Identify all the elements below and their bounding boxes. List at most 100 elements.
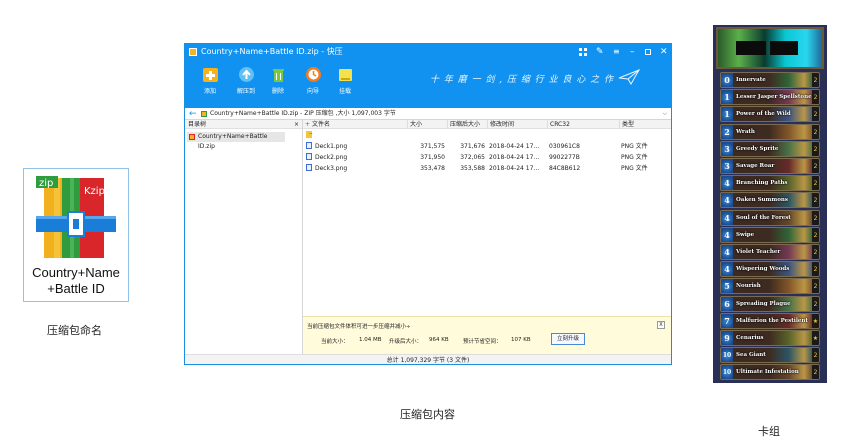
- file-crc: 84C8B612: [549, 165, 581, 172]
- card-name: Lesser Jasper Spellstone: [736, 94, 812, 101]
- card-art: [769, 331, 813, 345]
- save-space-label: 预计节省空间：: [463, 339, 502, 345]
- extract-button[interactable]: 解压到: [231, 66, 261, 95]
- upgrade-tip-panel: 当前压缩包文件体积可进一步压缩并减小÷ X 当前大小： 1.04 MB 升级后大…: [303, 316, 671, 354]
- add-button[interactable]: 添加: [195, 66, 225, 95]
- png-file-icon: [306, 163, 314, 174]
- file-size: 353,478: [420, 165, 445, 172]
- deck-card[interactable]: 9 Cenarius ★: [720, 330, 820, 346]
- mana-cost-gem: 4: [721, 245, 733, 259]
- file-packed-size: 372,065: [460, 154, 485, 161]
- card-count: 2: [812, 279, 819, 294]
- deck-card[interactable]: 10 Sea Giant 2: [720, 347, 820, 364]
- grid-view-icon[interactable]: [579, 48, 587, 56]
- deck-card[interactable]: 3 Greedy Sprite 2: [720, 140, 820, 157]
- deck-card[interactable]: 4 Wispering Woods 2: [720, 261, 820, 278]
- archive-name-line1: Country+Name: [32, 265, 120, 280]
- maximize-icon[interactable]: [645, 49, 651, 55]
- mana-cost-gem: 4: [721, 210, 733, 225]
- card-count: 2: [812, 245, 819, 259]
- card-name: Sea Giant: [736, 352, 766, 359]
- card-name: Cenarius: [736, 335, 764, 341]
- tip-close-button[interactable]: X: [657, 321, 665, 329]
- kzip-badge: Kzip: [84, 186, 105, 197]
- deck-card[interactable]: 4 Violet Teacher 2: [720, 244, 820, 260]
- mana-cost-gem: 1: [721, 107, 733, 122]
- file-type: PNG 文件: [621, 165, 648, 172]
- card-name: Spreading Plague: [736, 300, 791, 307]
- file-size: 371,950: [420, 154, 445, 161]
- mana-cost-gem: 10: [721, 348, 733, 363]
- deck-card[interactable]: 4 Swipe 2: [720, 226, 820, 243]
- card-count: 2: [812, 210, 819, 225]
- deck-card[interactable]: 6 Spreading Plague 2: [720, 295, 820, 312]
- upgrade-now-button[interactable]: 立刻升级: [551, 333, 585, 345]
- deck-card[interactable]: 5 Nourish 2: [720, 278, 820, 295]
- minimize-icon[interactable]: –: [630, 44, 635, 60]
- table-row[interactable]: Deck3.png 353,478 353,588 2018-04-24 17.…: [303, 163, 671, 174]
- paper-plane-icon: [618, 69, 641, 85]
- deck-hero-banner: [716, 27, 824, 69]
- png-file-icon: [306, 152, 314, 163]
- close-icon[interactable]: ✕: [660, 44, 668, 60]
- card-name: Power of the Wild: [736, 111, 791, 118]
- deck-card[interactable]: 1 Power of the Wild 2: [720, 106, 820, 123]
- censor-bar: [770, 41, 798, 55]
- delete-button[interactable]: 删除: [263, 66, 293, 95]
- card-art: [769, 73, 813, 87]
- deck-card[interactable]: 10 Ultimate Infestation 2: [720, 364, 820, 381]
- mount-label: 挂载: [338, 88, 351, 95]
- column-type[interactable]: 类型: [619, 120, 671, 129]
- settings-wrench-icon[interactable]: ✎: [596, 44, 604, 60]
- back-arrow-icon[interactable]: ←: [189, 108, 197, 120]
- mana-cost-gem: 9: [721, 331, 733, 345]
- file-modified: 2018-04-24 17...: [489, 154, 540, 161]
- deck-card[interactable]: 0 Innervate 2: [720, 72, 820, 88]
- censor-bar: [736, 41, 766, 55]
- add-icon: [202, 68, 218, 82]
- deck-card[interactable]: 2 Wrath 2: [720, 123, 820, 140]
- file-name: Deck1.png: [315, 143, 348, 150]
- tip-message: 当前压缩包文件体积可进一步压缩并减小÷: [307, 324, 411, 330]
- list-item-up[interactable]: ..: [303, 129, 671, 141]
- table-row[interactable]: Deck2.png 371,950 372,065 2018-04-24 17.…: [303, 152, 671, 163]
- column-crc[interactable]: CRC32: [547, 120, 619, 129]
- deck-card[interactable]: 4 Soul of the Forest 2: [720, 209, 820, 226]
- mount-button[interactable]: 挂载: [330, 66, 360, 95]
- deck-card[interactable]: 1 Lesser Jasper Spellstone 2: [720, 89, 820, 106]
- archive-contents-caption: 压缩包内容: [400, 408, 455, 421]
- archive-path: Country+Name+Battle ID.zip - ZIP 压缩包 ,大小…: [210, 110, 396, 117]
- menu-icon[interactable]: ≡: [613, 44, 620, 60]
- deck-card[interactable]: 4 Branching Paths 2: [720, 175, 820, 192]
- column-size[interactable]: 大小: [407, 120, 447, 129]
- card-name: Branching Paths: [736, 180, 788, 187]
- file-size: 371,575: [420, 143, 445, 150]
- tree-close-icon[interactable]: ×: [294, 120, 299, 129]
- card-name: Soul of the Forest: [736, 214, 791, 221]
- card-name: Wispering Woods: [736, 266, 790, 273]
- table-row[interactable]: Deck1.png 371,575 371,676 2018-04-24 17.…: [303, 141, 671, 152]
- file-crc: 030961C8: [549, 143, 580, 150]
- column-name[interactable]: + 文件名: [303, 120, 407, 129]
- tree-item-archive[interactable]: Country+Name+Battle ID.zip: [187, 132, 285, 150]
- deck-card[interactable]: 3 Savage Roar 2: [720, 158, 820, 174]
- mana-cost-gem: 7: [721, 313, 733, 328]
- card-count: 2: [812, 124, 819, 139]
- column-modified[interactable]: 修改时间: [487, 120, 547, 129]
- card-count: 2: [812, 176, 819, 191]
- wizard-label: 向导: [306, 88, 319, 95]
- current-size-value: 1.04 MB: [359, 337, 382, 343]
- dropdown-chevron-icon[interactable]: ⌵: [662, 108, 667, 120]
- status-bar: 总计 1,097,329 字节 (3 文件): [185, 354, 671, 364]
- wizard-button[interactable]: 向导: [298, 66, 328, 95]
- mana-cost-gem: 4: [721, 227, 733, 242]
- wizard-clock-icon: [305, 67, 321, 82]
- address-bar[interactable]: ← Country+Name+Battle ID.zip - ZIP 压缩包 ,…: [185, 108, 671, 120]
- column-packed[interactable]: 压缩后大小: [447, 120, 487, 129]
- deck-card[interactable]: 4 Oaken Summons 2: [720, 192, 820, 209]
- zip-file-icon: [189, 134, 195, 140]
- file-crc: 9902277B: [549, 154, 580, 161]
- directory-tree-panel: 目录树 × Country+Name+Battle ID.zip: [185, 120, 303, 354]
- deck-card[interactable]: 7 Malfurion the Pestilent ★: [720, 312, 820, 329]
- delete-label: 删除: [271, 88, 284, 95]
